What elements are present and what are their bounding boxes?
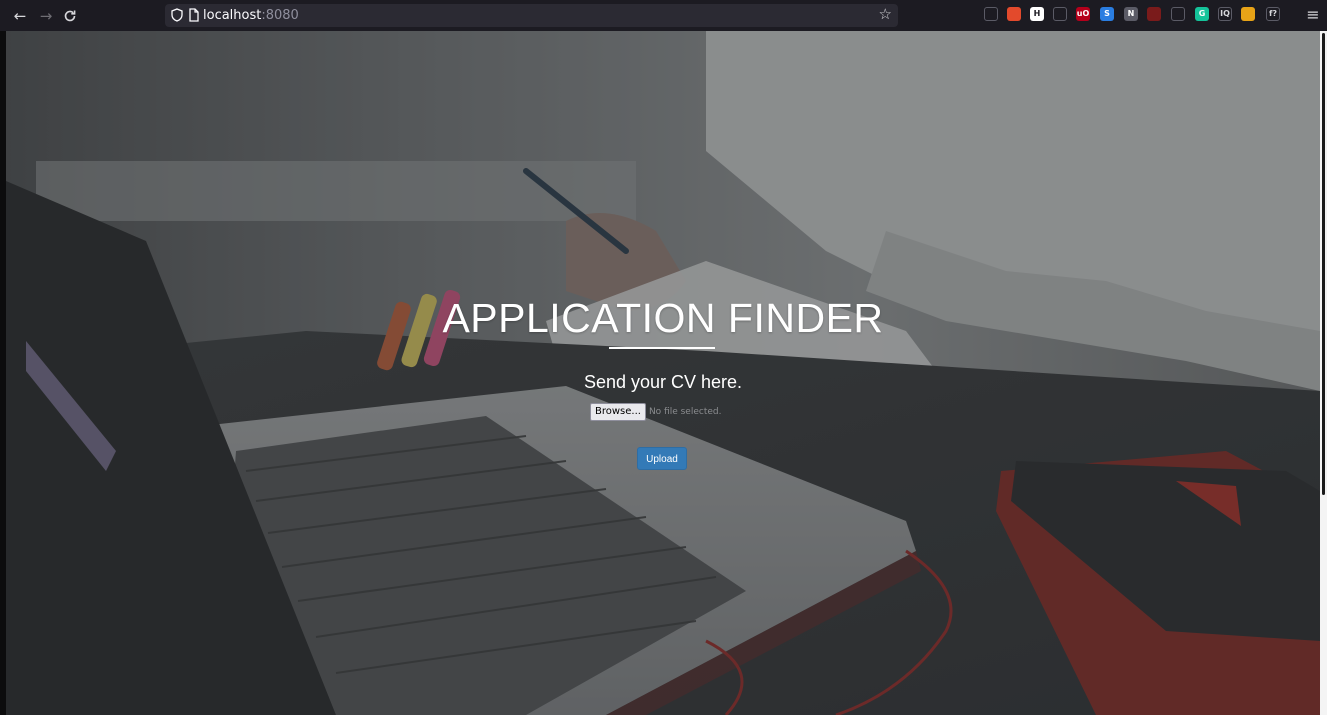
upload-button[interactable]: Upload: [637, 447, 687, 470]
ext-iq-icon[interactable]: IQ: [1218, 7, 1232, 21]
file-status-text: No file selected.: [648, 407, 722, 417]
ext-color-icon[interactable]: [1241, 7, 1255, 21]
back-arrow-icon[interactable]: ←: [9, 5, 31, 27]
title-divider: [609, 347, 715, 349]
ext-h-icon[interactable]: H: [1030, 7, 1044, 21]
forward-arrow-icon[interactable]: →: [35, 5, 57, 27]
url-host: localhost: [203, 8, 262, 23]
file-input[interactable]: Browse... No file selected.: [590, 403, 721, 421]
ublock-icon[interactable]: uO: [1076, 7, 1090, 21]
pocket-icon[interactable]: [984, 7, 998, 21]
browse-button[interactable]: Browse...: [590, 403, 646, 421]
hero-section: APPLICATION FINDER Send your CV here. Br…: [6, 31, 1320, 715]
ext-n-icon[interactable]: N: [1124, 7, 1138, 21]
page-title: APPLICATION FINDER: [442, 295, 884, 341]
ext-fx-icon[interactable]: f?: [1266, 7, 1280, 21]
shield-icon[interactable]: [169, 7, 185, 23]
ext-dark-icon[interactable]: [1147, 7, 1161, 21]
star-icon[interactable]: ☆: [879, 5, 892, 23]
hamburger-menu-icon[interactable]: ≡: [1303, 5, 1323, 25]
reload-icon[interactable]: [59, 5, 81, 27]
ext-s-icon[interactable]: S: [1100, 7, 1114, 21]
grammarly-icon[interactable]: G: [1195, 7, 1209, 21]
ext-download-icon[interactable]: [1007, 7, 1021, 21]
browser-toolbar: ← → localhost:8080 ☆ HuO S N G IQ f? ≡: [0, 0, 1327, 31]
ext-glasses-icon[interactable]: [1053, 7, 1067, 21]
ext-leaf-icon[interactable]: [1171, 7, 1185, 21]
url-bar[interactable]: localhost:8080 ☆: [165, 4, 898, 27]
url-text[interactable]: localhost:8080: [203, 8, 299, 23]
page-viewport: APPLICATION FINDER Send your CV here. Br…: [6, 31, 1320, 715]
page-subtitle: Send your CV here.: [583, 372, 743, 392]
scrollbar[interactable]: [1320, 31, 1327, 715]
url-port: :8080: [261, 8, 299, 23]
scrollbar-thumb[interactable]: [1322, 33, 1325, 495]
page-icon[interactable]: [186, 7, 202, 23]
